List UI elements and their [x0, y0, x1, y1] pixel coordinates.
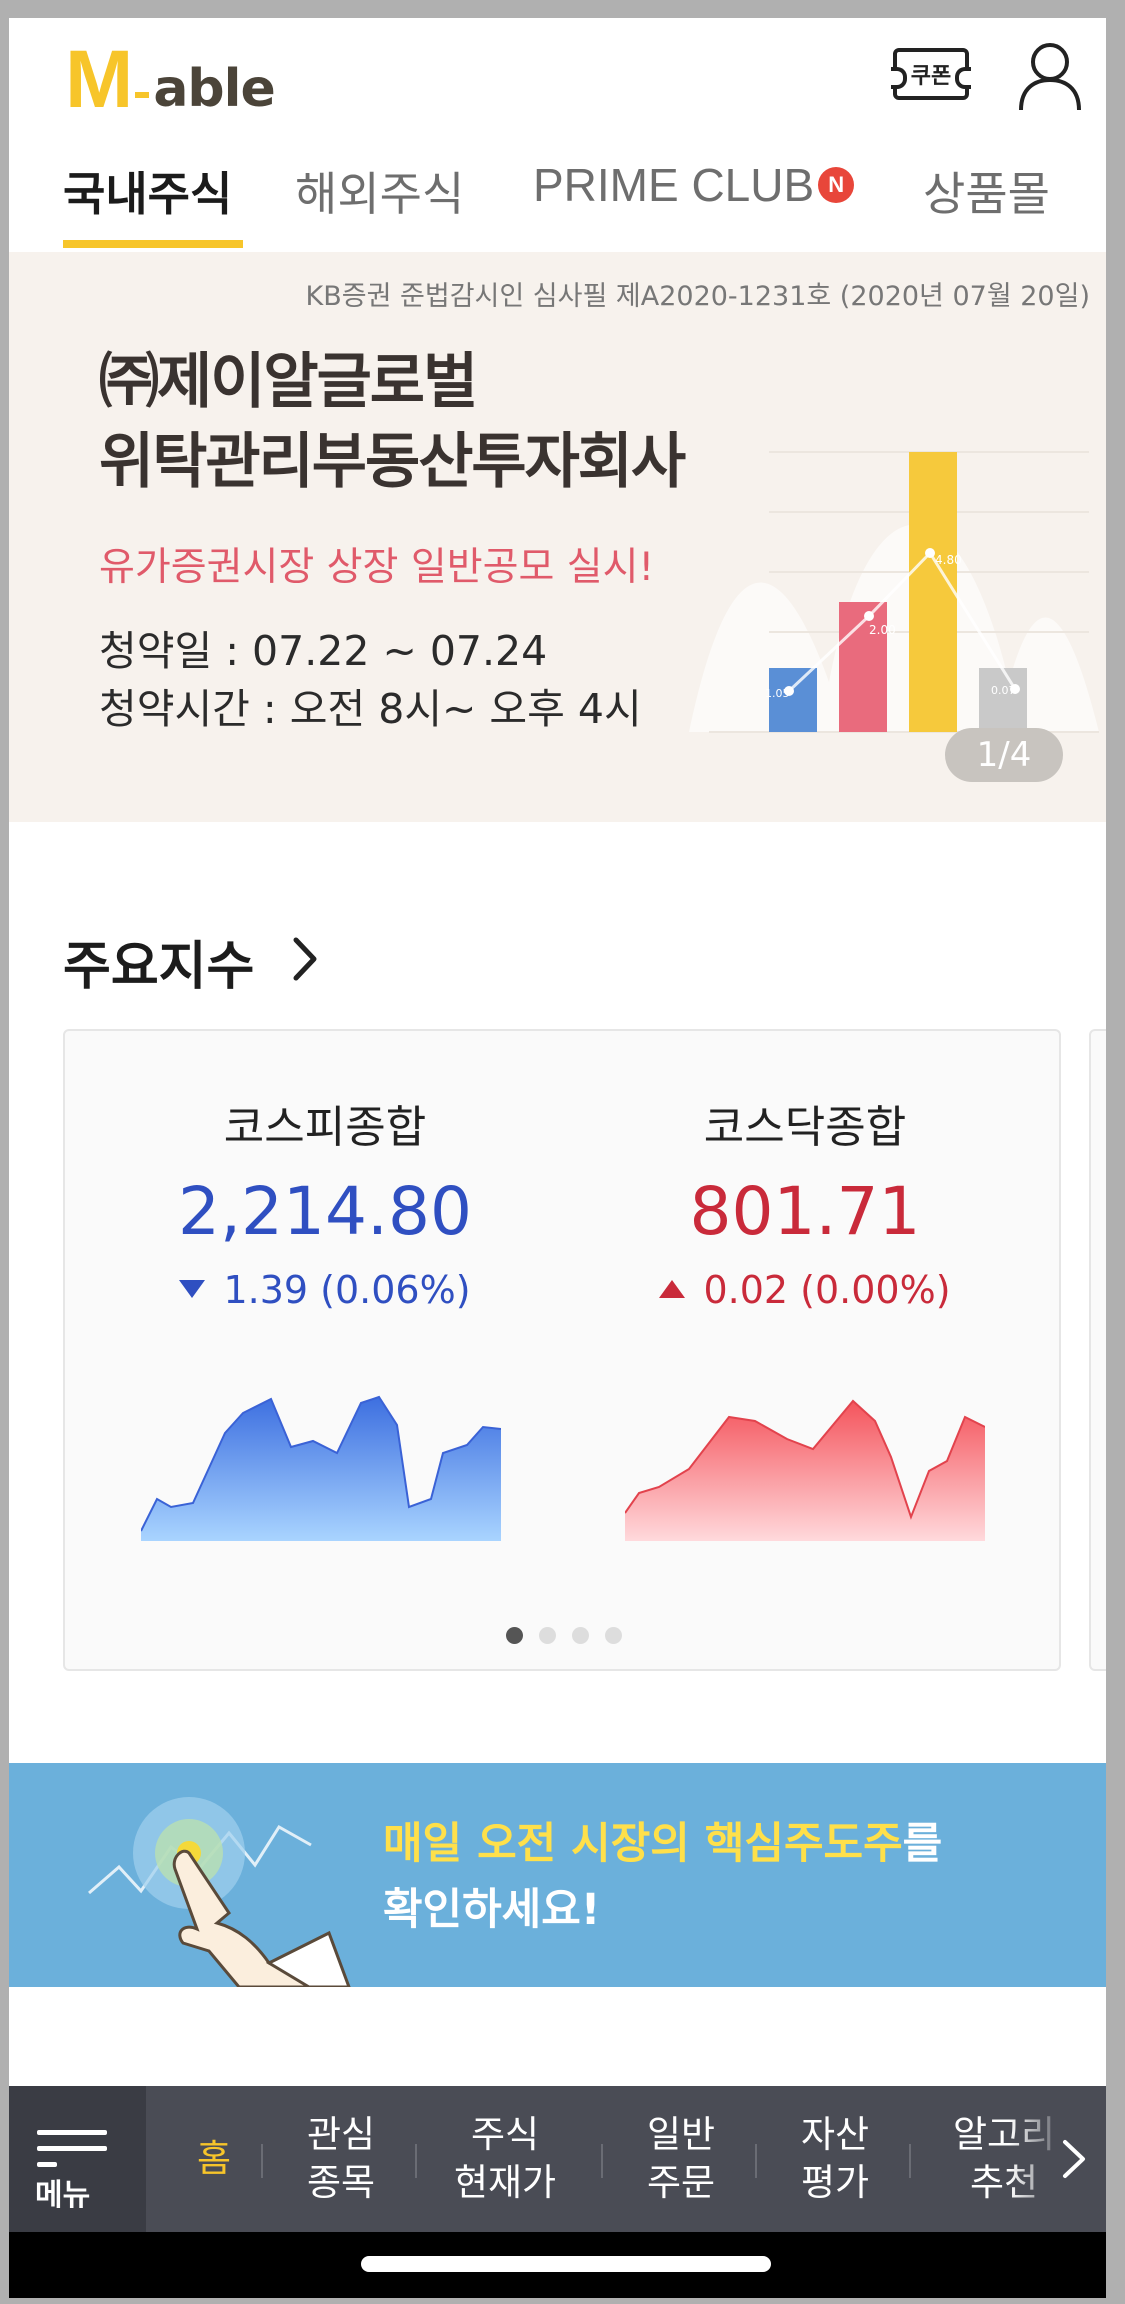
- promo-text-suffix: 를: [902, 1819, 943, 1869]
- tab-label: 국내주식: [63, 167, 233, 221]
- bottom-navigation: 메뉴 홈 관심 종목 주식 현재가 일반 주문 자산 평가 알고리 추천: [9, 2086, 1106, 2232]
- index-change: 0.02 (0.00%): [605, 1268, 1005, 1312]
- tab-prime-club[interactable]: PRIME CLUB N: [533, 158, 855, 212]
- compliance-notice: KB증권 준법감시인 심사필 제A2020-1231호 (2020년 07월 2…: [305, 281, 1090, 312]
- tab-domestic-stock[interactable]: 국내주식: [63, 158, 232, 224]
- index-change-text: 0.02 (0.00%): [703, 1268, 951, 1312]
- nav-label: 주식 현재가: [453, 2113, 557, 2204]
- major-index-title[interactable]: 주요지수: [63, 924, 254, 999]
- index-value: 2,214.80: [178, 1173, 472, 1250]
- coupon-label: 쿠폰: [910, 64, 952, 89]
- index-change: 1.39 (0.06%): [125, 1268, 525, 1312]
- promo-text-line2: 확인하세요!: [383, 1885, 601, 1935]
- nav-separator: [909, 2144, 911, 2178]
- home-indicator[interactable]: [361, 2256, 771, 2272]
- banner-chart-label-1: 1.05: [765, 687, 790, 700]
- nav-label: 일반 주문: [646, 2113, 716, 2204]
- tab-product-mall[interactable]: 상품몰: [923, 158, 1050, 224]
- index-name: 코스닥종합: [703, 1102, 907, 1153]
- kospi-sparkline: [141, 1395, 501, 1541]
- user-icon[interactable]: [1017, 40, 1083, 112]
- page-dot[interactable]: [539, 1627, 556, 1644]
- tab-label: PRIME CLUB: [533, 159, 815, 211]
- banner-bar-3: [909, 452, 957, 732]
- mable-logo[interactable]: M able: [65, 34, 276, 125]
- banner-pager: 1/4: [945, 728, 1063, 782]
- kospi-index[interactable]: 코스피종합 2,214.80 1.39 (0.06%): [125, 1091, 525, 1312]
- down-triangle-icon: [179, 1279, 206, 1298]
- leading-stock-promo[interactable]: 매일 오전 시장의 핵심주도주를 확인하세요!: [9, 1763, 1106, 1987]
- kosdaq-sparkline: [625, 1399, 985, 1541]
- page-dot[interactable]: [572, 1627, 589, 1644]
- promo-highlight: 매일 오전 시장의 핵심주도주: [383, 1819, 903, 1869]
- tab-label: 해외주식: [295, 167, 465, 221]
- nav-stock-price[interactable]: 주식 현재가: [425, 2086, 585, 2232]
- index-change-text: 1.39 (0.06%): [223, 1268, 471, 1312]
- new-badge: N: [818, 166, 855, 203]
- menu-label: 메뉴: [35, 2178, 91, 2213]
- banner-bar-4: [979, 668, 1027, 732]
- subscription-date: 청약일 : 07.22 ~ 07.24: [99, 627, 548, 675]
- kosdaq-index[interactable]: 코스닥종합 801.71 0.02 (0.00%): [605, 1091, 1005, 1312]
- active-tab-indicator: [63, 240, 243, 248]
- banner-info: 청약일 : 07.22 ~ 07.24 청약시간 : 오전 8시~ 오후 4시: [99, 622, 642, 738]
- logo-m: M: [65, 34, 133, 125]
- banner-title: ㈜제이알글로벌 위탁관리부동산투자회사: [99, 342, 686, 502]
- tapping-hand-illustration: [88, 1797, 351, 1987]
- index-value: 801.71: [689, 1173, 921, 1250]
- nav-label: 자산 평가: [800, 2113, 870, 2204]
- banner-chart-label-4: 0.07: [991, 684, 1016, 697]
- banner-title-line2: 위탁관리부동산투자회사: [99, 427, 686, 497]
- nav-label: 관심 종목: [306, 2113, 376, 2204]
- up-triangle-icon: [659, 1279, 686, 1298]
- nav-home[interactable]: 홈: [159, 2086, 269, 2232]
- banner-bar-1: [769, 668, 817, 732]
- nav-separator: [755, 2144, 757, 2178]
- tab-label: 상품몰: [923, 167, 1050, 221]
- subscription-time: 청약시간 : 오전 8시~ 오후 4시: [99, 685, 642, 733]
- nav-order[interactable]: 일반 주문: [611, 2086, 751, 2232]
- nav-watchlist[interactable]: 관심 종목: [271, 2086, 411, 2232]
- banner-chart-label-2: 2.00: [869, 623, 896, 637]
- nav-label: 홈: [196, 2137, 232, 2180]
- tab-overseas-stock[interactable]: 해외주식: [295, 158, 464, 224]
- nav-separator: [601, 2144, 603, 2178]
- banner-chart-label-3: 4.80: [935, 553, 962, 567]
- main-tabs: 국내주식 해외주식 PRIME CLUB N 상품몰: [9, 146, 1106, 252]
- page-dot[interactable]: [605, 1627, 622, 1644]
- home-indicator-area: [9, 2232, 1106, 2298]
- page-dot[interactable]: [506, 1627, 523, 1644]
- index-card[interactable]: 코스피종합 2,214.80 1.39 (0.06%) 코스닥종합 801.71…: [63, 1029, 1061, 1671]
- banner-title-line1: ㈜제이알글로벌: [99, 347, 478, 417]
- nav-separator: [261, 2144, 263, 2178]
- index-pagination: [65, 1627, 1063, 1644]
- menu-button[interactable]: 메뉴: [9, 2086, 146, 2232]
- banner-chart-illustration: 1.05 2.00 4.80 0.07: [689, 451, 1099, 733]
- logo-able: able: [153, 59, 275, 119]
- app-header: M able 쿠폰 국내주식 해외주식 PRIME CLUB N 상품몰: [9, 18, 1106, 252]
- app-screen: M able 쿠폰 국내주식 해외주식 PRIME CLUB N 상품몰 KB증…: [9, 18, 1106, 2298]
- nav-asset[interactable]: 자산 평가: [765, 2086, 905, 2232]
- index-name: 코스피종합: [223, 1102, 427, 1153]
- banner-subtitle: 유가증권시장 상장 일반공모 실시!: [99, 545, 655, 590]
- next-index-card-peek[interactable]: [1089, 1029, 1106, 1671]
- promo-text: 매일 오전 시장의 핵심주도주를 확인하세요!: [383, 1811, 942, 1943]
- coupon-button[interactable]: 쿠폰: [891, 48, 971, 100]
- ipo-banner[interactable]: KB증권 준법감시인 심사필 제A2020-1231호 (2020년 07월 2…: [9, 252, 1106, 822]
- chevron-right-icon[interactable]: [286, 934, 326, 984]
- nav-separator: [415, 2144, 417, 2178]
- logo-dash: [135, 92, 150, 98]
- nav-fade: [1009, 2086, 1106, 2232]
- chevron-right-icon[interactable]: [1059, 2136, 1089, 2182]
